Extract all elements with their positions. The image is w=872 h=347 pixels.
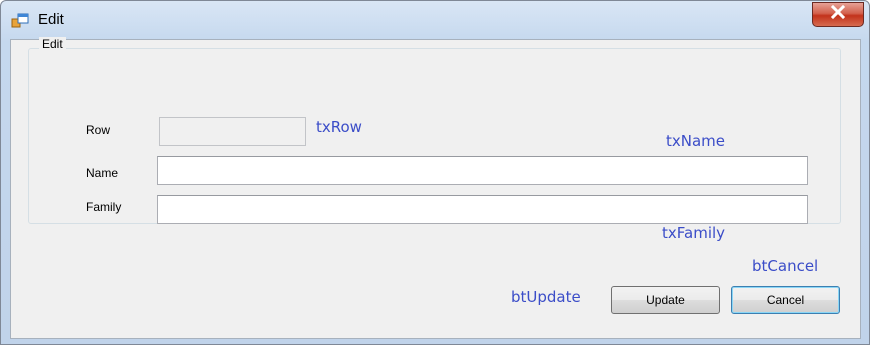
name-label: Name	[86, 166, 119, 180]
cancel-button[interactable]: Cancel	[731, 286, 840, 314]
windows-form-icon	[11, 12, 29, 30]
title-bar[interactable]: Edit	[1, 1, 869, 39]
family-label: Family	[86, 200, 122, 214]
btupdate-annotation: btUpdate	[511, 288, 581, 306]
close-button[interactable]	[812, 2, 864, 27]
btcancel-annotation: btCancel	[752, 257, 819, 275]
name-input[interactable]	[157, 156, 808, 185]
row-label: Row	[86, 123, 111, 137]
family-input[interactable]	[157, 195, 808, 224]
txfamily-annotation: txFamily	[662, 224, 726, 242]
txname-annotation: txName	[666, 132, 726, 150]
close-x-icon	[830, 4, 846, 24]
groupbox-label: Edit	[39, 37, 66, 51]
txrow-annotation: txRow	[316, 118, 362, 136]
update-button[interactable]: Update	[611, 286, 720, 314]
window-title: Edit	[38, 11, 64, 28]
row-input	[159, 117, 306, 146]
